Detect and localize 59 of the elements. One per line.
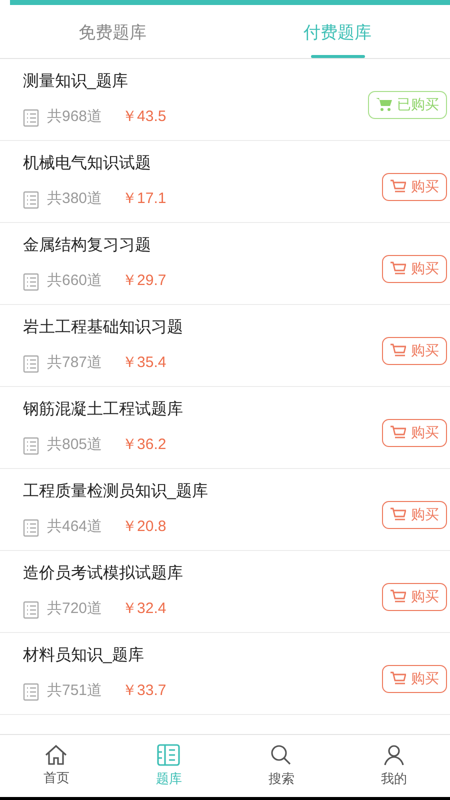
list-icon [23, 272, 39, 290]
bank-title: 工程质量检测员知识_题库 [23, 482, 209, 502]
list-icon [23, 190, 39, 208]
bank-title: 机械电气知识试题 [23, 154, 152, 174]
question-count: 共751道 [47, 681, 102, 702]
list-icon [23, 518, 39, 536]
search-icon [269, 743, 294, 768]
question-count: 共787道 [47, 353, 102, 374]
buy-button[interactable]: 购买 [382, 336, 447, 364]
cart-icon [376, 97, 392, 112]
price: ￥36.2 [122, 435, 166, 456]
bank-title: 测量知识_题库 [23, 72, 129, 92]
cart-icon [390, 671, 406, 686]
bank-title: 材料员知识_题库 [23, 646, 145, 666]
buy-button[interactable]: 购买 [382, 582, 447, 610]
buy-button[interactable]: 购买 [382, 500, 447, 528]
price: ￥32.4 [122, 599, 166, 620]
nav-item[interactable]: 首页 [0, 735, 112, 797]
price: ￥20.8 [122, 517, 166, 538]
list-icon [23, 108, 39, 126]
cart-icon [390, 179, 406, 194]
cart-icon [390, 589, 406, 604]
cart-icon [390, 425, 406, 440]
question-count: 共968道 [47, 107, 102, 128]
person-icon [382, 743, 406, 768]
nav-item[interactable]: 题库 [112, 735, 225, 797]
question-count: 共660道 [47, 271, 102, 292]
cart-icon [390, 261, 406, 276]
question-count: 共805道 [47, 435, 102, 456]
list-icon [23, 600, 39, 618]
list-icon [23, 354, 39, 372]
price: ￥35.4 [122, 353, 166, 374]
question-count: 共380道 [47, 189, 102, 210]
nav-item[interactable]: 我的 [338, 735, 450, 797]
cart-icon [390, 507, 406, 522]
price: ￥33.7 [122, 681, 166, 702]
question-count: 共720道 [47, 599, 102, 620]
bank-title: 金属结构复习习题 [23, 236, 152, 256]
question-count: 共464道 [47, 517, 102, 538]
nav-item[interactable]: 搜索 [225, 735, 338, 797]
price: ￥17.1 [122, 189, 166, 210]
buy-button[interactable]: 购买 [382, 172, 447, 200]
bank-title: 岩土工程基础知识习题 [23, 318, 184, 338]
bank-title: 造价员考试模拟试题库 [23, 564, 184, 584]
tab[interactable]: 付费题库 [304, 20, 372, 45]
home-icon [44, 744, 68, 766]
tab-underline [310, 55, 364, 58]
price: ￥43.5 [122, 107, 166, 128]
purchased-button[interactable]: 已购买 [368, 90, 447, 118]
buy-button[interactable]: 购买 [382, 254, 447, 282]
buy-button[interactable]: 购买 [382, 664, 447, 692]
buy-button[interactable]: 购买 [382, 418, 447, 446]
tab[interactable]: 免费题库 [78, 20, 146, 45]
bank-title: 钢筋混凝土工程试题库 [23, 400, 184, 420]
list-icon [23, 436, 39, 454]
cart-icon [390, 343, 406, 358]
list-icon [23, 682, 39, 700]
book-icon [156, 743, 182, 768]
price: ￥29.7 [122, 271, 166, 292]
